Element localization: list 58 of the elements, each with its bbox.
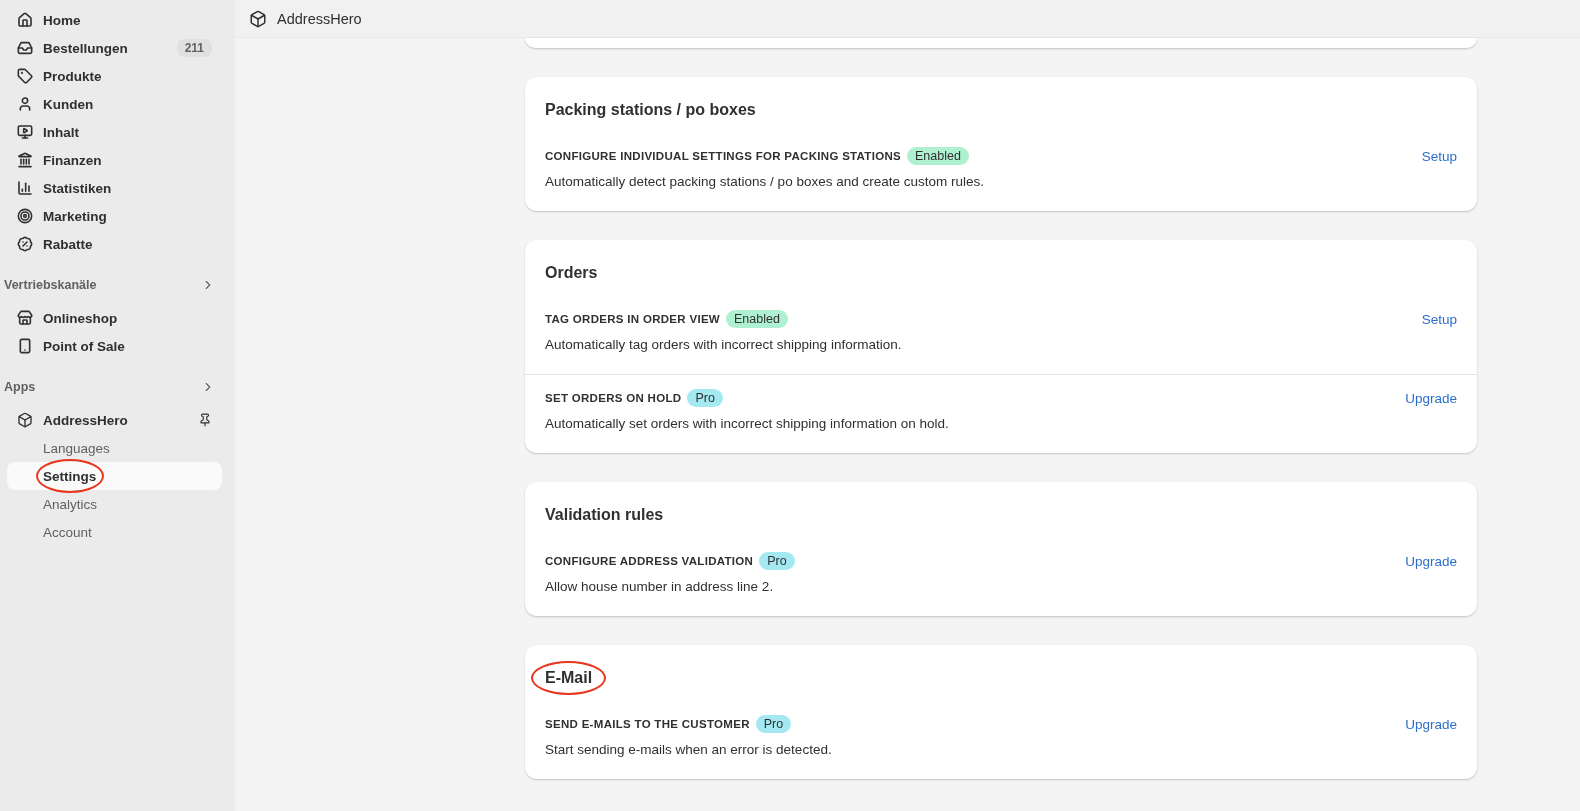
person-icon	[17, 96, 33, 112]
status-badge: Pro	[755, 715, 792, 733]
action-link[interactable]: Setup	[1421, 148, 1457, 164]
nav-item[interactable]: Marketing	[7, 202, 222, 230]
bar-chart-icon	[17, 180, 33, 196]
nav-item[interactable]: Rabatte	[7, 230, 222, 258]
app-logo-icon	[249, 9, 267, 28]
count-badge: 211	[176, 39, 212, 57]
setting-description: Start sending e-mails when an error is detected.	[545, 742, 833, 757]
status-badge: Pro	[687, 389, 723, 407]
nav-item[interactable]: Kunden	[7, 90, 222, 118]
action-link[interactable]: Setup	[1421, 311, 1457, 327]
nav-item[interactable]: Inhalt	[7, 118, 222, 146]
status-badge: Pro	[759, 552, 795, 570]
section-heading: Apps	[4, 380, 36, 394]
nav-item[interactable]: Statistiken	[7, 174, 222, 202]
setting-heading: SET ORDERS ON HOLD	[545, 392, 682, 404]
setting-description: Allow house number in address line 2.	[545, 579, 775, 594]
nav-item[interactable]: Point of Sale	[7, 332, 222, 360]
monitor-icon	[17, 124, 33, 140]
action-link[interactable]: Upgrade	[1405, 716, 1457, 732]
card-title: Packing stations / po boxes	[545, 101, 756, 118]
nav-subitem[interactable]: Account	[7, 518, 222, 546]
percent-badge-icon	[17, 236, 33, 252]
target-icon	[17, 208, 33, 224]
nav-item[interactable]: AddressHero	[7, 406, 222, 434]
nav-subitem[interactable]: Analytics	[7, 490, 222, 518]
status-badge: Enabled	[726, 310, 788, 328]
nav-subitem[interactable]: Settings	[7, 462, 222, 490]
setting-heading: CONFIGURE ADDRESS VALIDATION	[545, 555, 754, 567]
setting-heading: CONFIGURE INDIVIDUAL SETTINGS FOR PACKING STATIONS	[545, 150, 901, 162]
nav-item[interactable]: Bestellungen 211	[7, 34, 222, 62]
setting-description: Automatically set orders with incorrect shipping information on hold.	[545, 416, 950, 431]
setting-description: Automatically detect packing stations / po boxes and create custom rules.	[545, 174, 985, 189]
home-icon	[17, 12, 33, 28]
section-heading: Vertriebskanäle	[4, 278, 97, 292]
inbox-icon	[17, 40, 33, 56]
pin-icon[interactable]	[198, 413, 212, 427]
store-icon	[17, 310, 33, 326]
nav-item[interactable]: Home	[7, 6, 222, 34]
phone-icon	[17, 338, 33, 354]
card-title: Validation rules	[545, 506, 664, 523]
app-title: AddressHero	[277, 10, 362, 27]
nav-item[interactable]: Finanzen	[7, 146, 222, 174]
card-title: E-Mail	[545, 669, 593, 686]
action-link[interactable]: Upgrade	[1405, 553, 1457, 569]
card-title: Orders	[545, 264, 598, 281]
app-icon	[17, 412, 33, 428]
action-link[interactable]: Upgrade	[1405, 390, 1457, 406]
nav-subitem[interactable]: Languages	[7, 434, 222, 462]
status-badge: Enabled	[906, 147, 969, 165]
bank-icon	[17, 152, 33, 168]
setting-description: Automatically tag orders with incorrect shipping information.	[545, 337, 903, 352]
nav-item[interactable]: Produkte	[7, 62, 222, 90]
tag-icon	[17, 68, 33, 84]
setting-heading: SEND E-MAILS TO THE CUSTOMER	[545, 718, 750, 730]
nav-item[interactable]: Onlineshop	[7, 304, 222, 332]
setting-heading: TAG ORDERS IN ORDER VIEW	[545, 313, 721, 325]
